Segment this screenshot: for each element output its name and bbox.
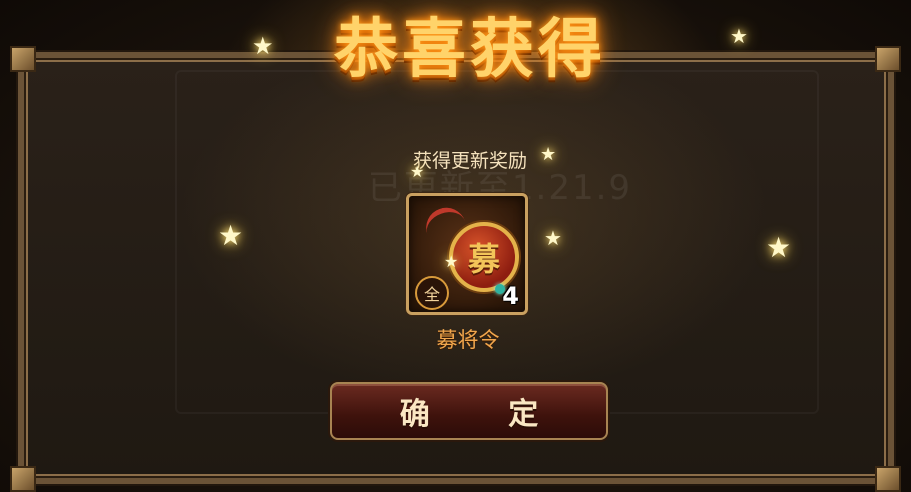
confirm-button[interactable]: 确 定: [330, 382, 608, 440]
frame-corner-top-left: [10, 46, 36, 72]
item-count: 4: [502, 282, 519, 310]
sparkle-star-icon: ★: [218, 219, 244, 252]
reward-item-name: 募将令: [436, 328, 500, 352]
sparkle-star-icon: ★: [766, 231, 792, 264]
sparkle-star-icon: ★: [730, 24, 748, 48]
sparkle-star-icon: ★: [540, 144, 557, 165]
sparkle-star-icon: ★: [544, 226, 562, 250]
frame-corner-top-right: [875, 46, 901, 72]
sparkle-star-icon: ★: [444, 252, 459, 271]
dialog-title: 恭喜获得: [334, 13, 606, 87]
frame-corner-bottom-left: [10, 466, 36, 492]
sparkle-star-icon: ★: [410, 162, 425, 181]
frame-corner-bottom-right: [875, 466, 901, 492]
sparkle-star-icon: ★: [252, 32, 274, 60]
reward-item-card[interactable]: 募 全 4: [406, 193, 528, 315]
quality-badge: 全: [415, 276, 449, 310]
recruit-token-glyph: 募: [467, 240, 500, 278]
